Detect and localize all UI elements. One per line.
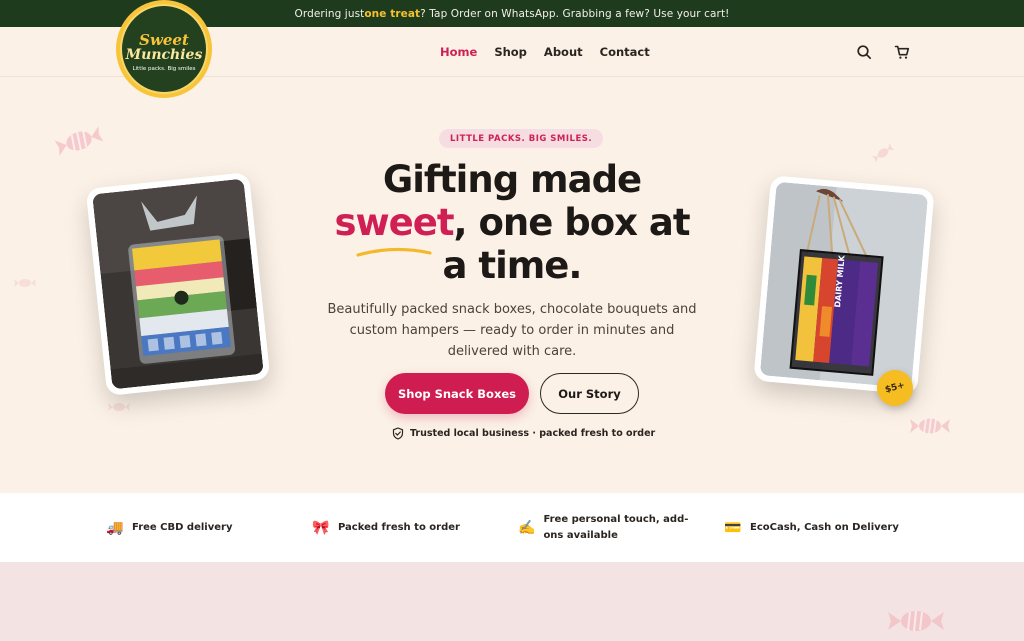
feature-payment-text: EcoCash, Cash on Delivery — [750, 521, 899, 533]
chocolate-bag-photo: DAIRY MILK — [753, 175, 935, 395]
candy-icon — [108, 403, 130, 411]
our-story-button[interactable]: Our Story — [540, 373, 639, 414]
announcement-text-start: Ordering just — [294, 7, 365, 20]
announcement-highlight: one treat — [364, 7, 421, 20]
snack-box-image — [92, 178, 264, 390]
truck-icon: 🚚 — [106, 519, 124, 536]
feature-delivery-text: Free CBD delivery — [132, 521, 233, 533]
logo-word-munchies: Munchies — [125, 46, 203, 63]
trust-line: Trusted local business · packed fresh to… — [392, 426, 655, 440]
search-icon[interactable] — [856, 44, 872, 60]
announcement-text-end: ? Tap Order on WhatsApp. Grabbing a few?… — [420, 7, 730, 20]
nav-home[interactable]: Home — [440, 45, 477, 59]
hero-title-highlight: sweet — [334, 201, 454, 244]
feature-packed-fresh: 🎀 Packed fresh to order — [312, 493, 460, 562]
cart-icon[interactable] — [894, 44, 910, 60]
credit-card-icon: 💳 — [724, 519, 742, 536]
logo-badge: Sweet Munchies Little packs. Big smiles — [120, 4, 208, 94]
main-nav: Home Shop About Contact — [440, 27, 650, 77]
feature-payment: 💳 EcoCash, Cash on Delivery — [724, 493, 899, 562]
shop-snack-boxes-button[interactable]: Shop Snack Boxes — [385, 373, 529, 414]
next-section — [0, 562, 1024, 641]
hero-title-line2-rest: , one box at — [453, 201, 691, 244]
hero-title-line2: sweet, one box at — [320, 201, 704, 244]
candy-icon — [910, 418, 950, 434]
feature-packed-fresh-text: Packed fresh to order — [338, 521, 460, 533]
feature-personal-touch: ✍️ Free personal touch, add-ons availabl… — [518, 493, 698, 562]
nav-contact[interactable]: Contact — [600, 45, 650, 59]
candy-icon — [888, 610, 944, 632]
trust-text: Trusted local business · packed fresh to… — [410, 427, 656, 439]
logo-tagline: Little packs. Big smiles — [132, 65, 196, 72]
snack-box-photo — [85, 171, 271, 397]
ribbon-icon: 🎀 — [312, 519, 330, 536]
candy-icon — [871, 143, 895, 163]
candy-icon — [54, 126, 104, 156]
brand-logo[interactable]: Sweet Munchies Little packs. Big smiles — [116, 0, 212, 98]
chocolate-bag-image: DAIRY MILK — [759, 181, 929, 389]
hero-eyebrow-label: LITTLE PACKS. BIG SMILES. — [439, 129, 604, 148]
nav-about[interactable]: About — [544, 45, 583, 59]
features-strip: 🚚 Free CBD delivery 🎀 Packed fresh to or… — [0, 493, 1024, 562]
highlight-underline — [356, 247, 432, 257]
nav-shop[interactable]: Shop — [494, 45, 527, 59]
feature-personal-touch-text: Free personal touch, add-ons available — [543, 513, 689, 541]
logo-word-sweet: Sweet — [139, 30, 189, 49]
writing-hand-icon: ✍️ — [518, 519, 536, 536]
candy-icon — [14, 279, 36, 287]
hero-subtitle: Beautifully packed snack boxes, chocolat… — [327, 302, 697, 359]
hero-title-line1: Gifting made — [382, 158, 642, 201]
shield-check-icon — [392, 426, 404, 440]
feature-delivery: 🚚 Free CBD delivery — [106, 493, 232, 562]
